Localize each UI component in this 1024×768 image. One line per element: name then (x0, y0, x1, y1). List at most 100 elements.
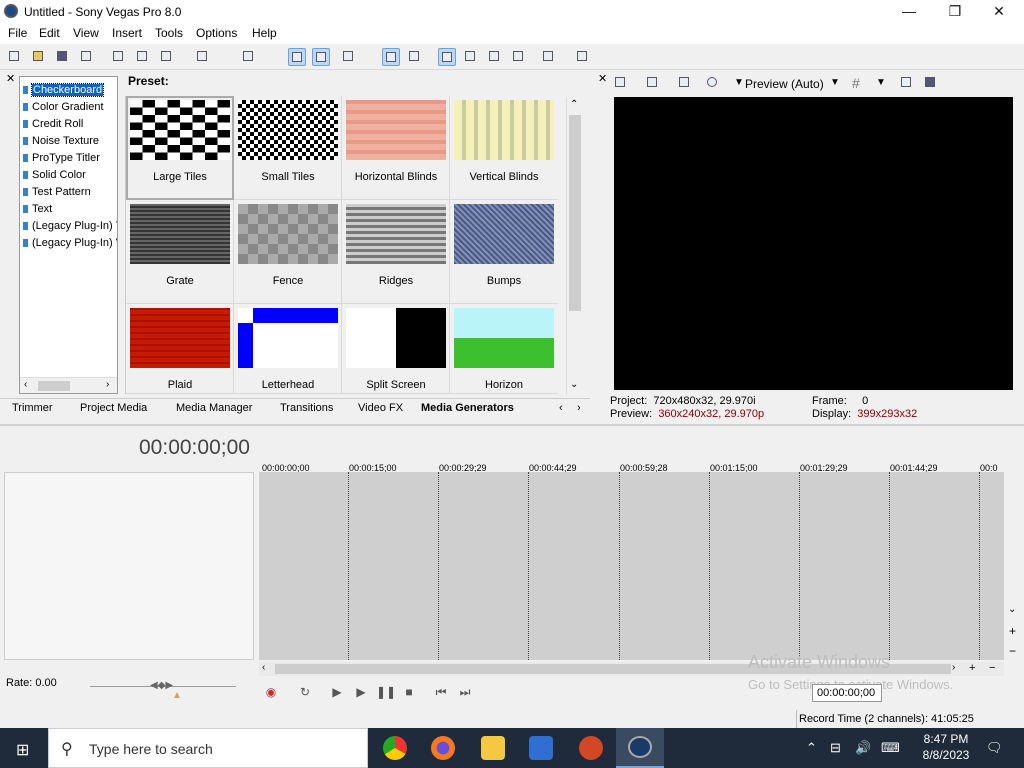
list-item[interactable]: (Legacy Plug-In) V (23, 236, 117, 252)
preview-properties-icon[interactable] (612, 74, 630, 92)
timeline-hscrollbar[interactable]: ‹ › + − (259, 662, 1004, 676)
save-snapshot-icon[interactable] (922, 74, 940, 92)
go-to-start-icon[interactable]: ⏮ (432, 683, 450, 701)
record-icon[interactable]: ◉ (262, 683, 280, 701)
play-from-start-icon[interactable]: ▶ (328, 683, 346, 701)
normal-edit-tool-icon[interactable] (438, 48, 456, 66)
tab-media-generators[interactable]: Media Generators (421, 402, 514, 414)
copy-snapshot-icon[interactable] (898, 74, 916, 92)
video-fx-icon[interactable] (676, 74, 694, 92)
notifications-icon[interactable]: 🗨 (986, 740, 1003, 756)
network-icon[interactable]: ⊟ (830, 740, 841, 756)
pane-divider[interactable] (0, 424, 1024, 426)
save-icon[interactable] (54, 48, 72, 66)
list-item[interactable]: Test Pattern (23, 185, 117, 201)
firefox-icon[interactable] (431, 736, 455, 760)
lock-envelopes-icon[interactable] (382, 48, 400, 66)
save-as-icon[interactable] (78, 48, 96, 66)
grid-icon[interactable]: # (852, 75, 860, 91)
preset-large-tiles[interactable]: Large Tiles (126, 96, 234, 200)
close-button[interactable]: ✕ (976, 0, 1022, 24)
preset-vscrollbar[interactable]: ⌃ ⌄ (566, 97, 582, 395)
zoom-out-icon[interactable]: − (1009, 644, 1016, 658)
snapping-icon[interactable] (288, 48, 306, 66)
dropdown-arrow-icon[interactable]: ▼ (876, 77, 886, 88)
chrome-icon[interactable] (383, 736, 407, 760)
timeline-track-area[interactable] (259, 472, 1004, 660)
menu-tools[interactable]: Tools (155, 26, 183, 40)
start-button[interactable]: ⊞ (0, 728, 48, 768)
dropdown-arrow-icon[interactable]: ▼ (734, 77, 744, 88)
rate-slider-thumb[interactable]: ◀◆▶ (150, 680, 173, 691)
menu-options[interactable]: Options (196, 26, 237, 40)
scroll-up-icon[interactable]: ⌃ (570, 99, 578, 110)
go-to-end-icon[interactable]: ⏭ (456, 683, 474, 701)
list-item[interactable]: Checkerboard (23, 83, 117, 99)
selection-edit-tool-icon[interactable] (486, 48, 504, 66)
scroll-thumb[interactable] (38, 381, 70, 391)
close-icon[interactable]: ✕ (6, 72, 15, 85)
list-item[interactable]: Color Gradient (23, 100, 117, 116)
preset-grate[interactable]: Grate (126, 200, 234, 304)
play-icon[interactable]: ▶ (352, 683, 370, 701)
tab-project-media[interactable]: Project Media (80, 402, 147, 414)
list-item[interactable]: Solid Color (23, 168, 117, 184)
preset-split-screen[interactable]: Split Screen (342, 304, 450, 394)
tab-media-manager[interactable]: Media Manager (176, 402, 252, 414)
envelope-edit-tool-icon[interactable] (462, 48, 480, 66)
video-preview-screen[interactable] (614, 97, 1013, 390)
stop-icon[interactable]: ■ (400, 683, 418, 701)
preset-small-tiles[interactable]: Small Tiles (234, 96, 342, 200)
list-item[interactable]: Noise Texture (23, 134, 117, 150)
auto-crossfade-icon[interactable] (312, 48, 330, 66)
external-monitor-icon[interactable] (644, 74, 662, 92)
menu-insert[interactable]: Insert (112, 26, 142, 40)
ignore-grouping-icon[interactable] (406, 48, 424, 66)
minimize-button[interactable]: — (886, 0, 932, 24)
keyboard-icon[interactable]: ⌨ (881, 740, 900, 756)
scroll-down-icon[interactable]: ⌄ (570, 379, 578, 390)
menu-file[interactable]: File (8, 26, 27, 40)
list-item[interactable]: Text (23, 202, 117, 218)
menu-edit[interactable]: Edit (39, 26, 60, 40)
preset-fence[interactable]: Fence (234, 200, 342, 304)
zoom-in-icon[interactable]: + (1009, 624, 1016, 638)
ripple-edit-icon[interactable] (340, 48, 358, 66)
menu-help[interactable]: Help (252, 26, 277, 40)
whats-this-help-icon[interactable] (574, 48, 592, 66)
paste-icon[interactable] (158, 48, 176, 66)
taskbar-clock[interactable]: 8:47 PM 8/8/2023 (916, 731, 976, 763)
vegas-taskbar-icon[interactable] (616, 728, 664, 768)
preset-plaid[interactable]: Plaid (126, 304, 234, 394)
tab-scroll-left-icon[interactable]: ‹ (559, 402, 563, 414)
copy-icon[interactable] (134, 48, 152, 66)
tab-scroll-right-icon[interactable]: › (577, 402, 581, 414)
scroll-left-icon[interactable]: ‹ (262, 662, 265, 673)
list-item[interactable]: Credit Roll (23, 117, 117, 133)
split-screen-icon[interactable] (704, 74, 722, 92)
redo-icon[interactable] (240, 48, 258, 66)
scroll-down-icon[interactable]: ⌄ (1008, 604, 1016, 615)
file-explorer-icon[interactable] (481, 736, 505, 760)
preset-bumps[interactable]: Bumps (450, 200, 558, 304)
tab-trimmer[interactable]: Trimmer (12, 402, 53, 414)
menu-view[interactable]: View (73, 26, 99, 40)
cut-icon[interactable] (110, 48, 128, 66)
new-icon[interactable] (6, 48, 24, 66)
close-icon[interactable]: ✕ (598, 72, 607, 85)
pause-icon[interactable]: ❚❚ (376, 683, 396, 701)
timeline-ruler[interactable]: 00:00:00;00 00:00:15;00 00:00:29;29 00:0… (259, 446, 1004, 473)
dropdown-arrow-icon[interactable]: ▼ (830, 77, 840, 88)
preset-horizontal-blinds[interactable]: Horizontal Blinds (342, 96, 450, 200)
scroll-thumb[interactable] (569, 115, 581, 311)
undo-icon[interactable] (194, 48, 212, 66)
zoom-out-icon[interactable]: − (989, 662, 995, 674)
transport-timecode[interactable]: 00:00:00;00 (812, 684, 882, 702)
tab-video-fx[interactable]: Video FX (358, 402, 403, 414)
preset-horizon[interactable]: Horizon (450, 304, 558, 394)
properties-icon[interactable] (540, 48, 558, 66)
list-item[interactable]: ProType Titler (23, 151, 117, 167)
track-list[interactable] (4, 472, 254, 660)
microsoft-store-icon[interactable] (529, 736, 553, 760)
scroll-right-icon[interactable]: › (952, 662, 955, 673)
